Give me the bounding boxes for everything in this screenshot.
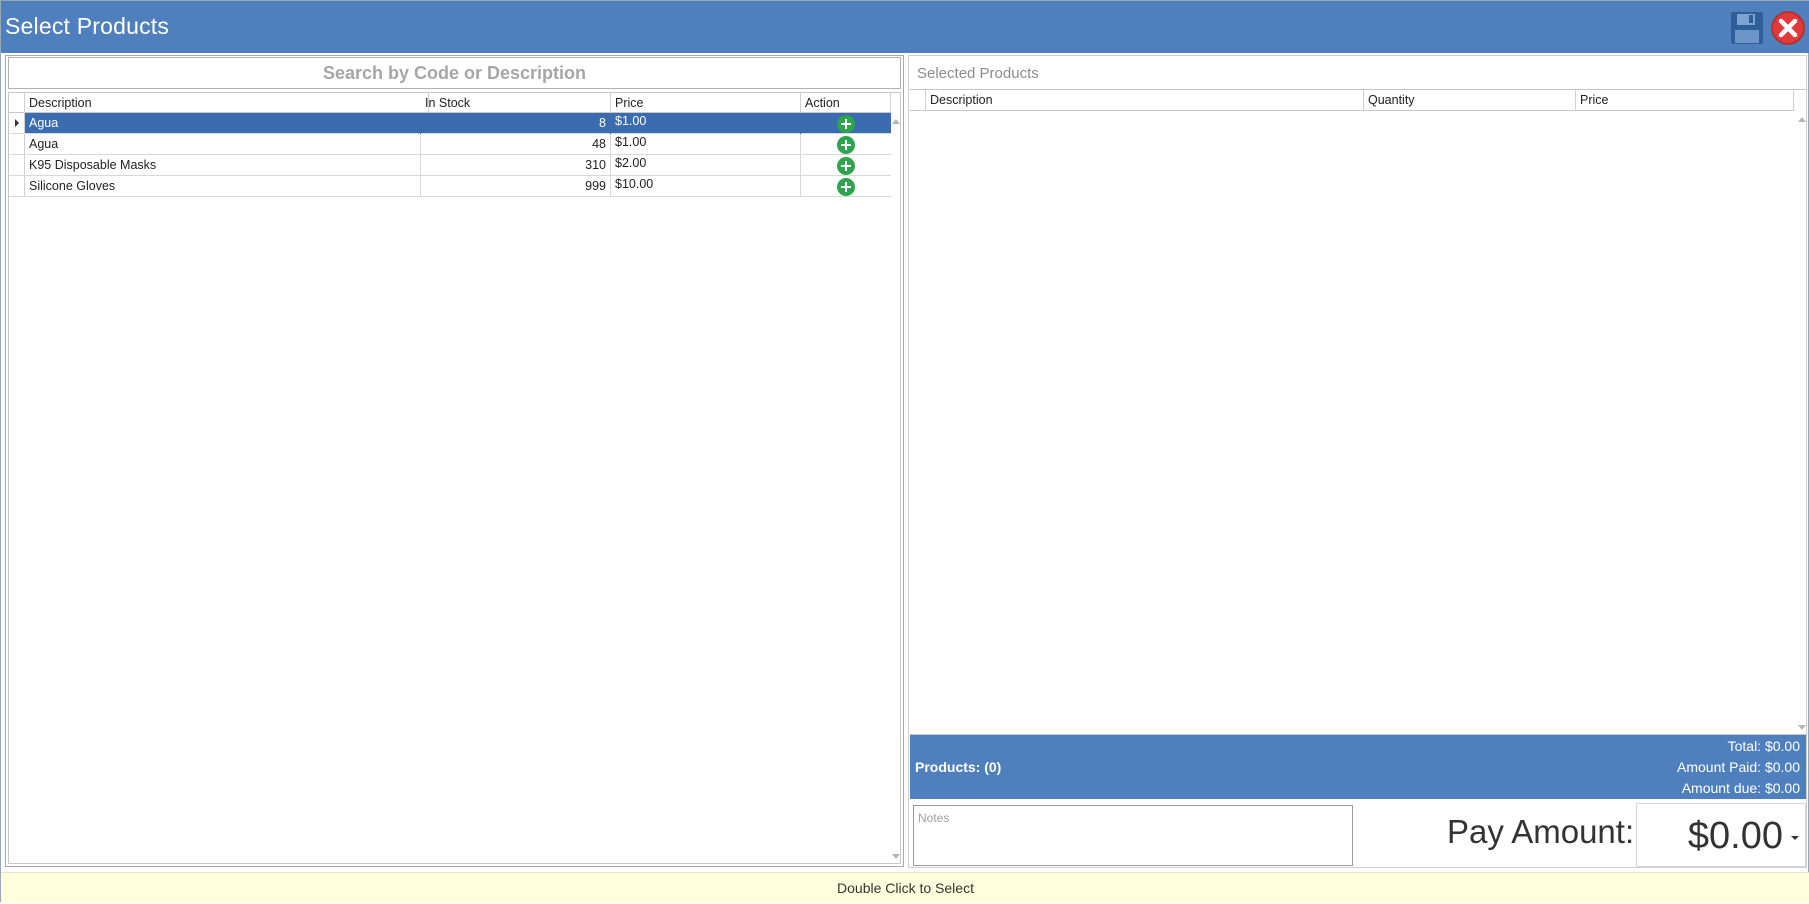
current-row-indicator-icon <box>15 119 19 127</box>
pay-amount-label: Pay Amount: <box>1447 813 1635 850</box>
row-selector[interactable] <box>9 176 25 196</box>
title-bar: Select Products <box>1 1 1809 53</box>
column-header-quantity[interactable]: Quantity <box>1364 90 1576 111</box>
table-row[interactable]: K95 Disposable Masks 310 $2.00 <box>9 155 891 176</box>
add-product-icon[interactable] <box>837 157 855 175</box>
total-amount: Total: $0.00 <box>1727 738 1800 754</box>
cell-price: $1.00 <box>611 134 801 155</box>
totals-bar: Products: (0) Total: $0.00 Amount Paid: … <box>910 735 1806 799</box>
cell-description: K95 Disposable Masks <box>25 155 421 176</box>
close-icon[interactable] <box>1770 10 1806 46</box>
table-row[interactable]: Silicone Gloves 999 $10.00 <box>9 176 891 197</box>
add-product-icon[interactable] <box>837 178 855 196</box>
notes-field[interactable] <box>913 805 1353 866</box>
selected-products-grid-header: Description Quantity Price <box>910 90 1794 111</box>
column-header-description[interactable]: Description <box>25 93 429 113</box>
scroll-down-icon[interactable] <box>1798 725 1806 730</box>
row-selector[interactable] <box>9 113 25 133</box>
pay-amount-input[interactable]: $0.00 <box>1636 803 1806 867</box>
selected-products-panel: Selected Products Description Quantity P… <box>908 55 1807 868</box>
selected-products-grid: Description Quantity Price <box>910 89 1806 735</box>
pay-amount-value[interactable]: $0.00 <box>1688 815 1783 858</box>
search-input[interactable] <box>8 57 901 89</box>
products-grid-header: Description In Stock Price Action <box>9 93 891 113</box>
add-product-icon[interactable] <box>837 115 855 133</box>
selected-products-title: Selected Products <box>917 65 1039 82</box>
add-product-icon[interactable] <box>837 136 855 154</box>
cell-description: Agua <box>25 113 421 134</box>
cell-in-stock: 8 <box>421 113 611 134</box>
cell-in-stock: 999 <box>421 176 611 197</box>
products-count: Products: (0) <box>915 759 1002 775</box>
cell-price: $10.00 <box>611 176 801 197</box>
cell-in-stock: 48 <box>421 134 611 155</box>
scroll-up-icon[interactable] <box>892 119 900 124</box>
table-row[interactable]: Agua 48 $1.00 <box>9 134 891 155</box>
row-selector-header <box>910 90 926 111</box>
table-row[interactable]: Agua 8 $1.00 <box>9 113 891 134</box>
window-title: Select Products <box>5 13 170 39</box>
products-grid: Description In Stock Price Action Agua 8… <box>8 92 901 864</box>
column-header-in-stock[interactable]: In Stock <box>421 93 611 113</box>
amount-due: Amount due: $0.00 <box>1681 780 1800 796</box>
row-selector-header <box>9 93 25 113</box>
scroll-down-icon[interactable] <box>892 854 900 859</box>
save-icon[interactable] <box>1729 10 1766 46</box>
column-header-description[interactable]: Description <box>926 90 1364 111</box>
column-header-action[interactable]: Action <box>801 93 891 113</box>
selected-products-scrollbar[interactable] <box>1796 111 1806 734</box>
column-header-price[interactable]: Price <box>611 93 801 113</box>
products-panel: Description In Stock Price Action Agua 8… <box>5 55 904 867</box>
amount-paid: Amount Paid: $0.00 <box>1677 759 1800 775</box>
cell-description: Silicone Gloves <box>25 176 421 197</box>
cell-price: $2.00 <box>611 155 801 176</box>
scroll-up-icon[interactable] <box>1798 117 1806 122</box>
row-selector[interactable] <box>9 155 25 175</box>
products-scrollbar[interactable] <box>890 113 900 863</box>
dropdown-caret-icon[interactable] <box>1791 836 1799 840</box>
cell-price: $1.00 <box>611 113 801 134</box>
status-bar: Double Click to Select <box>1 872 1809 903</box>
cell-description: Agua <box>25 134 421 155</box>
column-header-price[interactable]: Price <box>1576 90 1794 111</box>
select-products-window: Select Products Description In Stock <box>0 0 1809 903</box>
cell-in-stock: 310 <box>421 155 611 176</box>
row-selector[interactable] <box>9 134 25 154</box>
